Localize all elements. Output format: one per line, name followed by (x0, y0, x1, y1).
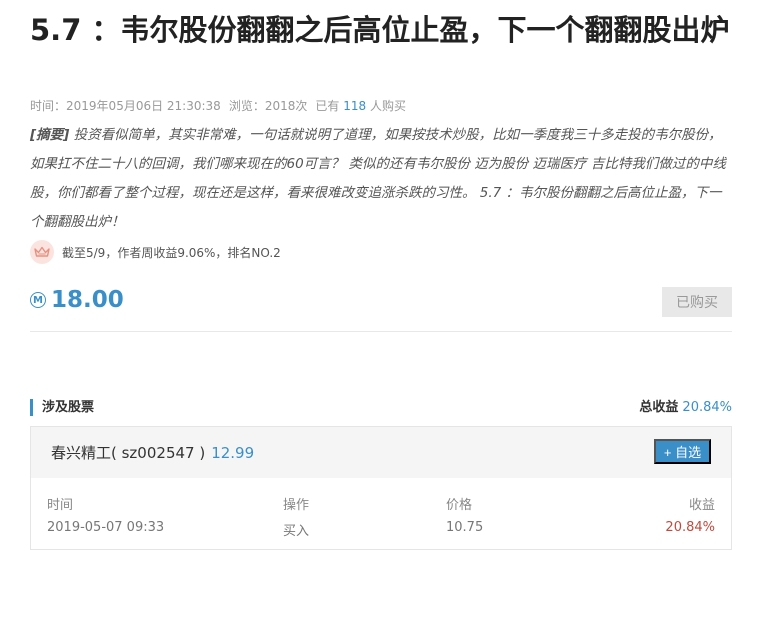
col-header-time: 时间 (47, 498, 74, 513)
bought-button[interactable]: 已购买 (662, 287, 732, 317)
total-gain-label: 总收益 (639, 400, 679, 415)
buyers-prefix: 已有 (315, 99, 340, 113)
author-rank: 截至5/9，作者周收益9.06%，排名NO.2 (30, 240, 281, 264)
buyers-count: 118 (343, 99, 367, 113)
views-value: 2018次 (264, 99, 308, 113)
add-watchlist-button[interactable]: + 自选 (654, 439, 711, 464)
total-gain-value: 20.84% (682, 400, 732, 415)
page-title: 5.7 ：韦尔股份翻翻之后高位止盈，下一个翻翻股出炉 (30, 13, 730, 47)
trade-time: 2019-05-07 09:33 (47, 520, 165, 535)
divider (30, 331, 732, 332)
stock-name-text: 春兴精工( sz002547 ) (51, 444, 206, 462)
coin-icon: M (30, 292, 46, 308)
views-label: 浏览： (228, 99, 265, 113)
stock-name[interactable]: 春兴精工( sz002547 ) 12.99 (51, 442, 254, 463)
trade-action: 买入 (283, 524, 310, 539)
trade-gain: 20.84% (665, 520, 715, 535)
price: M 18.00 (30, 285, 124, 315)
stock-price: 12.99 (211, 444, 255, 462)
col-header-gain: 收益 (688, 498, 715, 513)
stocks-section-header: 涉及股票 总收益 20.84% (30, 399, 732, 417)
time-value: 2019年05月06日 21:30:38 (66, 99, 221, 113)
col-header-price: 价格 (446, 498, 473, 513)
time-label: 时间： (30, 99, 67, 113)
trade-price: 10.75 (446, 520, 484, 535)
stock-card: 春兴精工( sz002547 ) 12.99 + 自选 时间 操作 价格 收益 2… (30, 426, 732, 550)
article-meta: 时间：2019年05月06日 21:30:38 浏览：2018次 已有 118 人购… (30, 97, 406, 114)
stock-header: 春兴精工( sz002547 ) 12.99 + 自选 (31, 427, 731, 478)
total-gain: 总收益 20.84% (639, 399, 732, 416)
abstract-text: 投资看似简单，其实非常难，一句话就说明了道理，如果按技术炒股，比如一季度我三十多… (30, 127, 726, 230)
price-row: M 18.00 已购买 (30, 285, 732, 317)
col-header-action: 操作 (283, 498, 310, 513)
price-value: 18.00 (51, 287, 124, 313)
abstract-tag: [摘要] (30, 127, 70, 143)
crown-icon (30, 240, 54, 264)
section-title: 涉及股票 (30, 399, 94, 416)
buyers-suffix: 人购买 (369, 99, 406, 113)
rank-text: 截至5/9，作者周收益9.06%，排名NO.2 (62, 245, 281, 260)
article-abstract: [摘要] 投资看似简单，其实非常难，一句话就说明了道理，如果按技术炒股，比如一季… (30, 121, 730, 237)
